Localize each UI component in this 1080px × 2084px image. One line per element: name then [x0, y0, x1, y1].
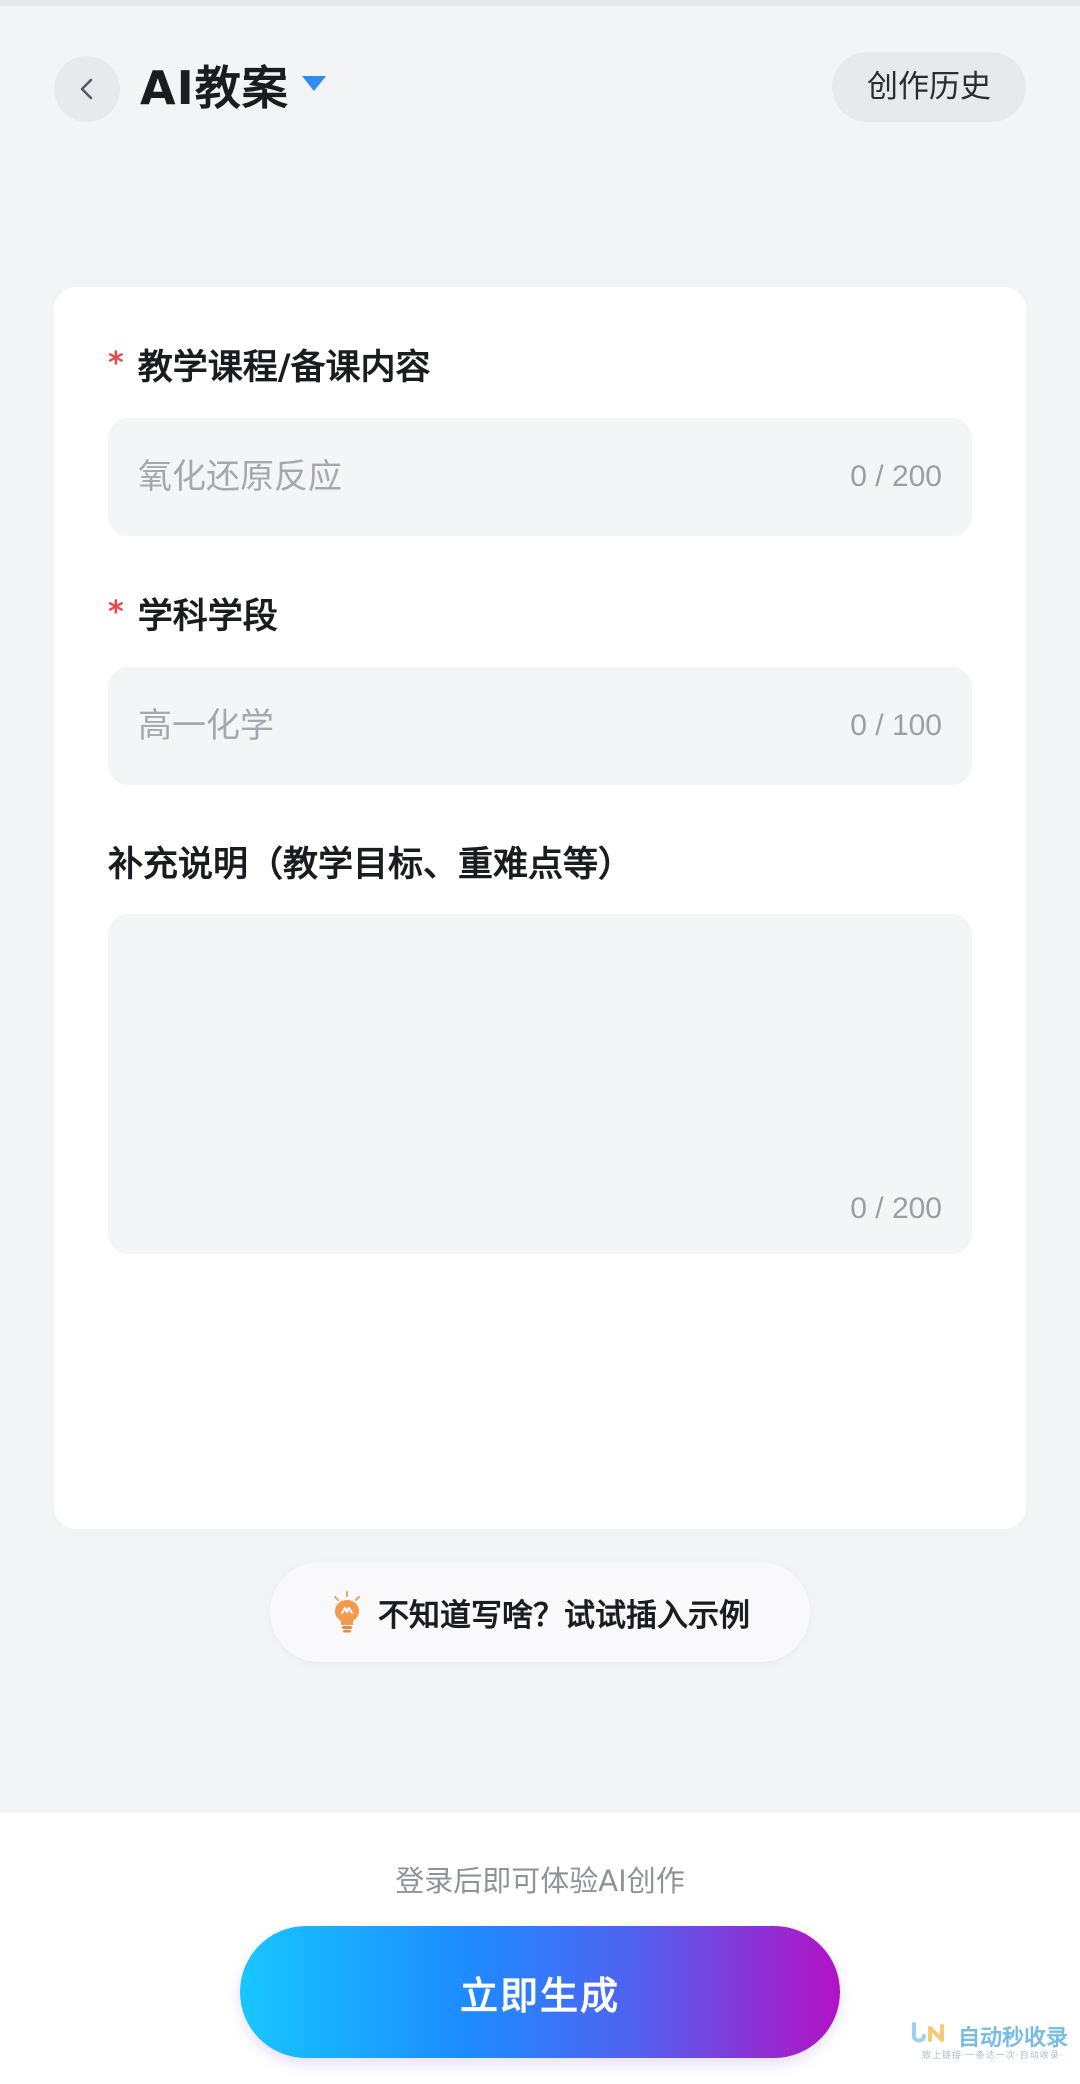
creation-history-button[interactable]: 创作历史: [832, 52, 1026, 122]
field-label-notes: 补充说明（教学目标、重难点等）: [108, 845, 634, 885]
back-button[interactable]: [54, 56, 120, 122]
watermark-logo: 自动秒收录 致上链接·一条达一次·自动收录·: [908, 2020, 1068, 2066]
notes-textarea[interactable]: 0 / 200: [108, 914, 972, 1254]
placeholder-text: 氧化还原反应: [138, 457, 342, 497]
login-hint: 登录后即可体验AI创作: [395, 1864, 685, 1898]
char-counter: 0 / 100: [850, 709, 942, 742]
course-content-input[interactable]: 氧化还原反应 0 / 200: [108, 418, 972, 536]
lightbulb-icon: [334, 1591, 360, 1633]
status-strip: [0, 0, 1080, 6]
required-star: *: [108, 346, 124, 381]
generate-button[interactable]: 立即生成: [240, 1926, 840, 2058]
subject-grade-input[interactable]: 高一化学 0 / 100: [108, 667, 972, 785]
char-counter: 0 / 200: [850, 1192, 942, 1225]
page-title[interactable]: AI教案: [140, 52, 289, 124]
insert-example-button[interactable]: 不知道写啥？试试插入示例: [270, 1562, 810, 1662]
form-card: * 教学课程/备课内容 氧化还原反应 0 / 200 * 学科学段 高一化学 0 /…: [54, 287, 1026, 1529]
watermark-subtext: 致上链接·一条达一次·自动收录·: [922, 2051, 1064, 2061]
watermark-mark: [912, 2022, 944, 2043]
field-label-course: * 教学课程/备课内容: [108, 346, 431, 388]
chevron-left-icon: [80, 78, 93, 100]
insert-example-label: 不知道写啥？试试插入示例: [378, 1597, 750, 1634]
char-counter: 0 / 200: [850, 460, 942, 493]
generate-button-label: 立即生成: [459, 1973, 620, 2018]
caret-down-icon[interactable]: [302, 76, 326, 91]
required-star: *: [108, 595, 124, 630]
placeholder-text: 高一化学: [138, 706, 274, 746]
field-label-subject: * 学科学段: [108, 595, 278, 637]
